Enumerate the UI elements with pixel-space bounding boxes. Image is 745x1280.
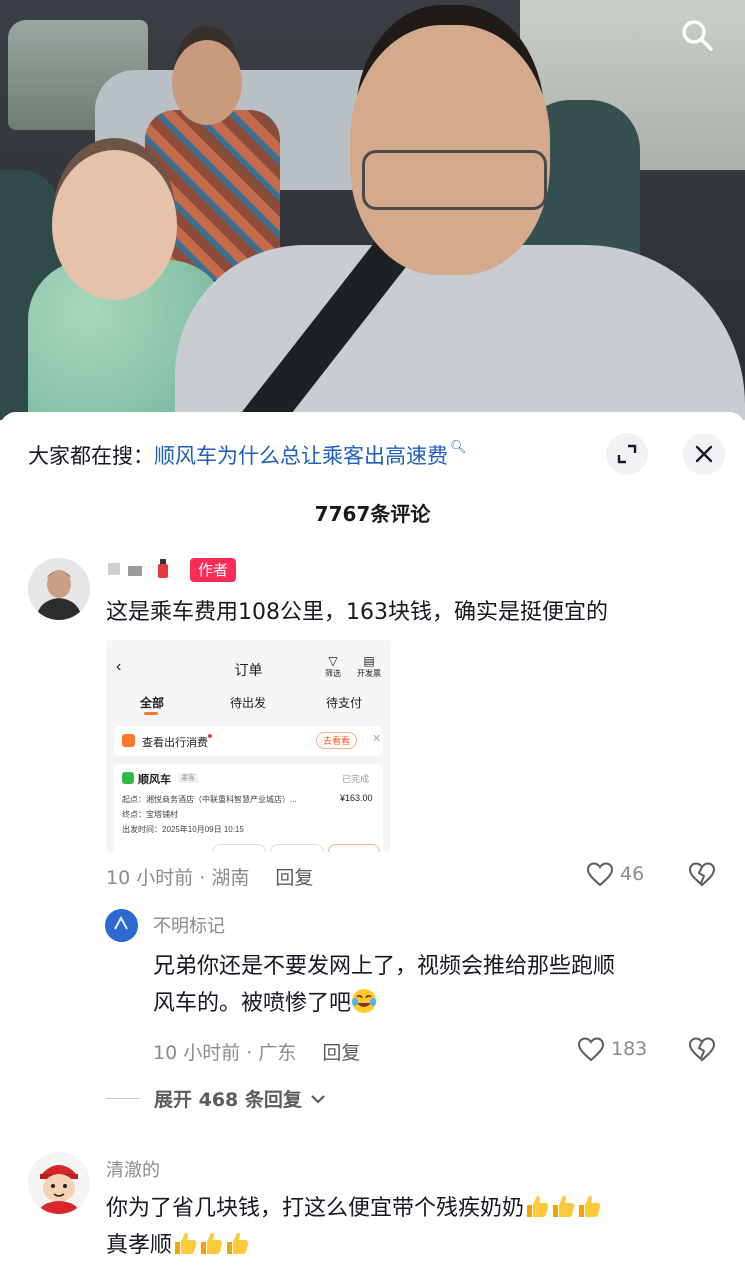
search-small-icon: 🔍︎ [450,440,467,455]
comment-time-location: 10 小时前 · 湖南 [106,867,250,889]
order-price: ¥163.00 [340,793,373,803]
expand-icon [617,444,637,464]
search-button[interactable] [676,14,718,56]
search-suggestion-term[interactable]: 顺风车为什么总让乘客出高速费 [154,444,448,468]
avatar-image [28,1152,90,1214]
carpool-icon [122,772,134,784]
close-icon [695,445,713,463]
glasses [362,150,547,210]
search-suggestion-prefix: 大家都在搜： [28,444,154,468]
order-title: 订单 [234,662,263,678]
dislike-button[interactable] [688,1036,716,1066]
dislike-icon [688,1037,716,1062]
comment-text: 你为了省几块钱，打这么便宜带个残疾奶奶 真孝顺 [106,1190,602,1264]
like-count: 183 [611,1038,648,1060]
username-sticker [108,559,168,578]
avatar-image [105,909,138,942]
expand-button[interactable] [606,433,648,475]
close-small-icon: ✕ [372,733,382,745]
avatar-image [28,558,90,620]
comment-meta: 10 小时前 · 广东 回复 [153,1038,360,1065]
dislike-icon [688,862,716,887]
expand-replies-label: 展开 468 条回复 [154,1089,302,1111]
invoice-tool: ▤ 开发票 [354,654,384,679]
comment-username[interactable] [106,558,176,581]
divider [106,1098,140,1099]
order-tab: 待支付 [326,696,363,710]
order-origin: 起点：湘悦商务酒店（中联重科智慧产业城店）... [122,795,297,804]
filter-icon: ▽ [328,654,338,668]
order-screenshot[interactable]: ‹ 订单 ▽ 筛选 ▤ 开发票 全部 待出发 待支付 查看出行消费 去看看 ✕ 顺风… [106,640,391,852]
order-tab: 全部 [140,696,165,710]
like-button[interactable]: 183 [577,1036,647,1062]
author-tag: 作者 [190,558,237,582]
expand-replies-button[interactable]: 展开 468 条回复 [106,1085,326,1112]
invoice-icon: ▤ [363,654,375,668]
avatar[interactable] [28,558,90,620]
thumbs-up-emoji [527,1195,549,1217]
search-suggestion[interactable]: 大家都在搜：顺风车为什么总让乘客出高速费 🔍︎ [28,440,467,470]
heart-icon [577,1037,605,1062]
comment-username[interactable]: 不明标记 [153,912,225,938]
order-tab: 待出发 [230,696,267,710]
filter-tool: ▽ 筛选 [318,654,348,679]
chevron-down-icon [311,1094,325,1104]
reply-button[interactable]: 回复 [275,867,313,889]
comment-time-location: 10 小时前 · 广东 [153,1042,297,1064]
tab-underline [144,712,158,715]
order-action-button [212,844,266,852]
spending-prompt: 查看出行消费 去看看 ✕ [114,726,383,756]
order-depart-time: 出发时间：2025年10月09日 10:15 [122,825,244,834]
thumbs-up-emoji [201,1232,223,1254]
prompt-button: 去看看 [316,732,358,749]
comment-count-title: 7767条评论 [314,502,431,526]
red-dot [208,734,212,738]
avatar[interactable] [28,1152,90,1214]
search-icon [682,20,713,51]
comment-meta: 10 小时前 · 湖南 回复 [106,863,313,890]
video-player[interactable] [0,0,745,420]
reply-button[interactable]: 回复 [322,1042,360,1064]
avatar[interactable] [105,909,138,942]
order-action-button [270,844,324,852]
video-figure-child-head [52,150,177,300]
like-button[interactable]: 46 [586,861,644,887]
order-item: 顺风车 乘客 已完成 起点：湘悦商务酒店（中联重科智慧产业城店）... ¥163… [114,764,383,852]
thumbs-up-emoji [579,1195,601,1217]
like-count: 46 [620,863,645,885]
crying-laughing-emoji [352,989,377,1013]
order-destination: 终点：宝塔铺村 [122,810,178,819]
order-role: 乘客 [178,773,198,783]
comments-panel: 大家都在搜：顺风车为什么总让乘客出高速费 🔍︎ 7767条评论 作者 这是乘车费… [0,412,745,1280]
order-action-button [328,844,380,852]
comment-username[interactable]: 清澈的 [106,1156,160,1182]
heart-icon [586,862,614,887]
comment-text: 这是乘车费用108公里，163块钱，确实是挺便宜的 [106,600,608,625]
wallet-icon [122,734,135,747]
thumbs-up-emoji [553,1195,575,1217]
dislike-button[interactable] [688,861,716,891]
thumbs-up-emoji [227,1232,249,1254]
video-figure-grandmother-head [172,40,242,125]
order-service: 顺风车 [138,774,171,786]
close-button[interactable] [683,433,725,475]
comment-text: 兄弟你还是不要发网上了，视频会推给那些跑顺 风车的。被喷惨了吧 [153,954,616,1016]
thumbs-up-emoji [175,1232,197,1254]
order-status: 已完成 [342,774,370,784]
